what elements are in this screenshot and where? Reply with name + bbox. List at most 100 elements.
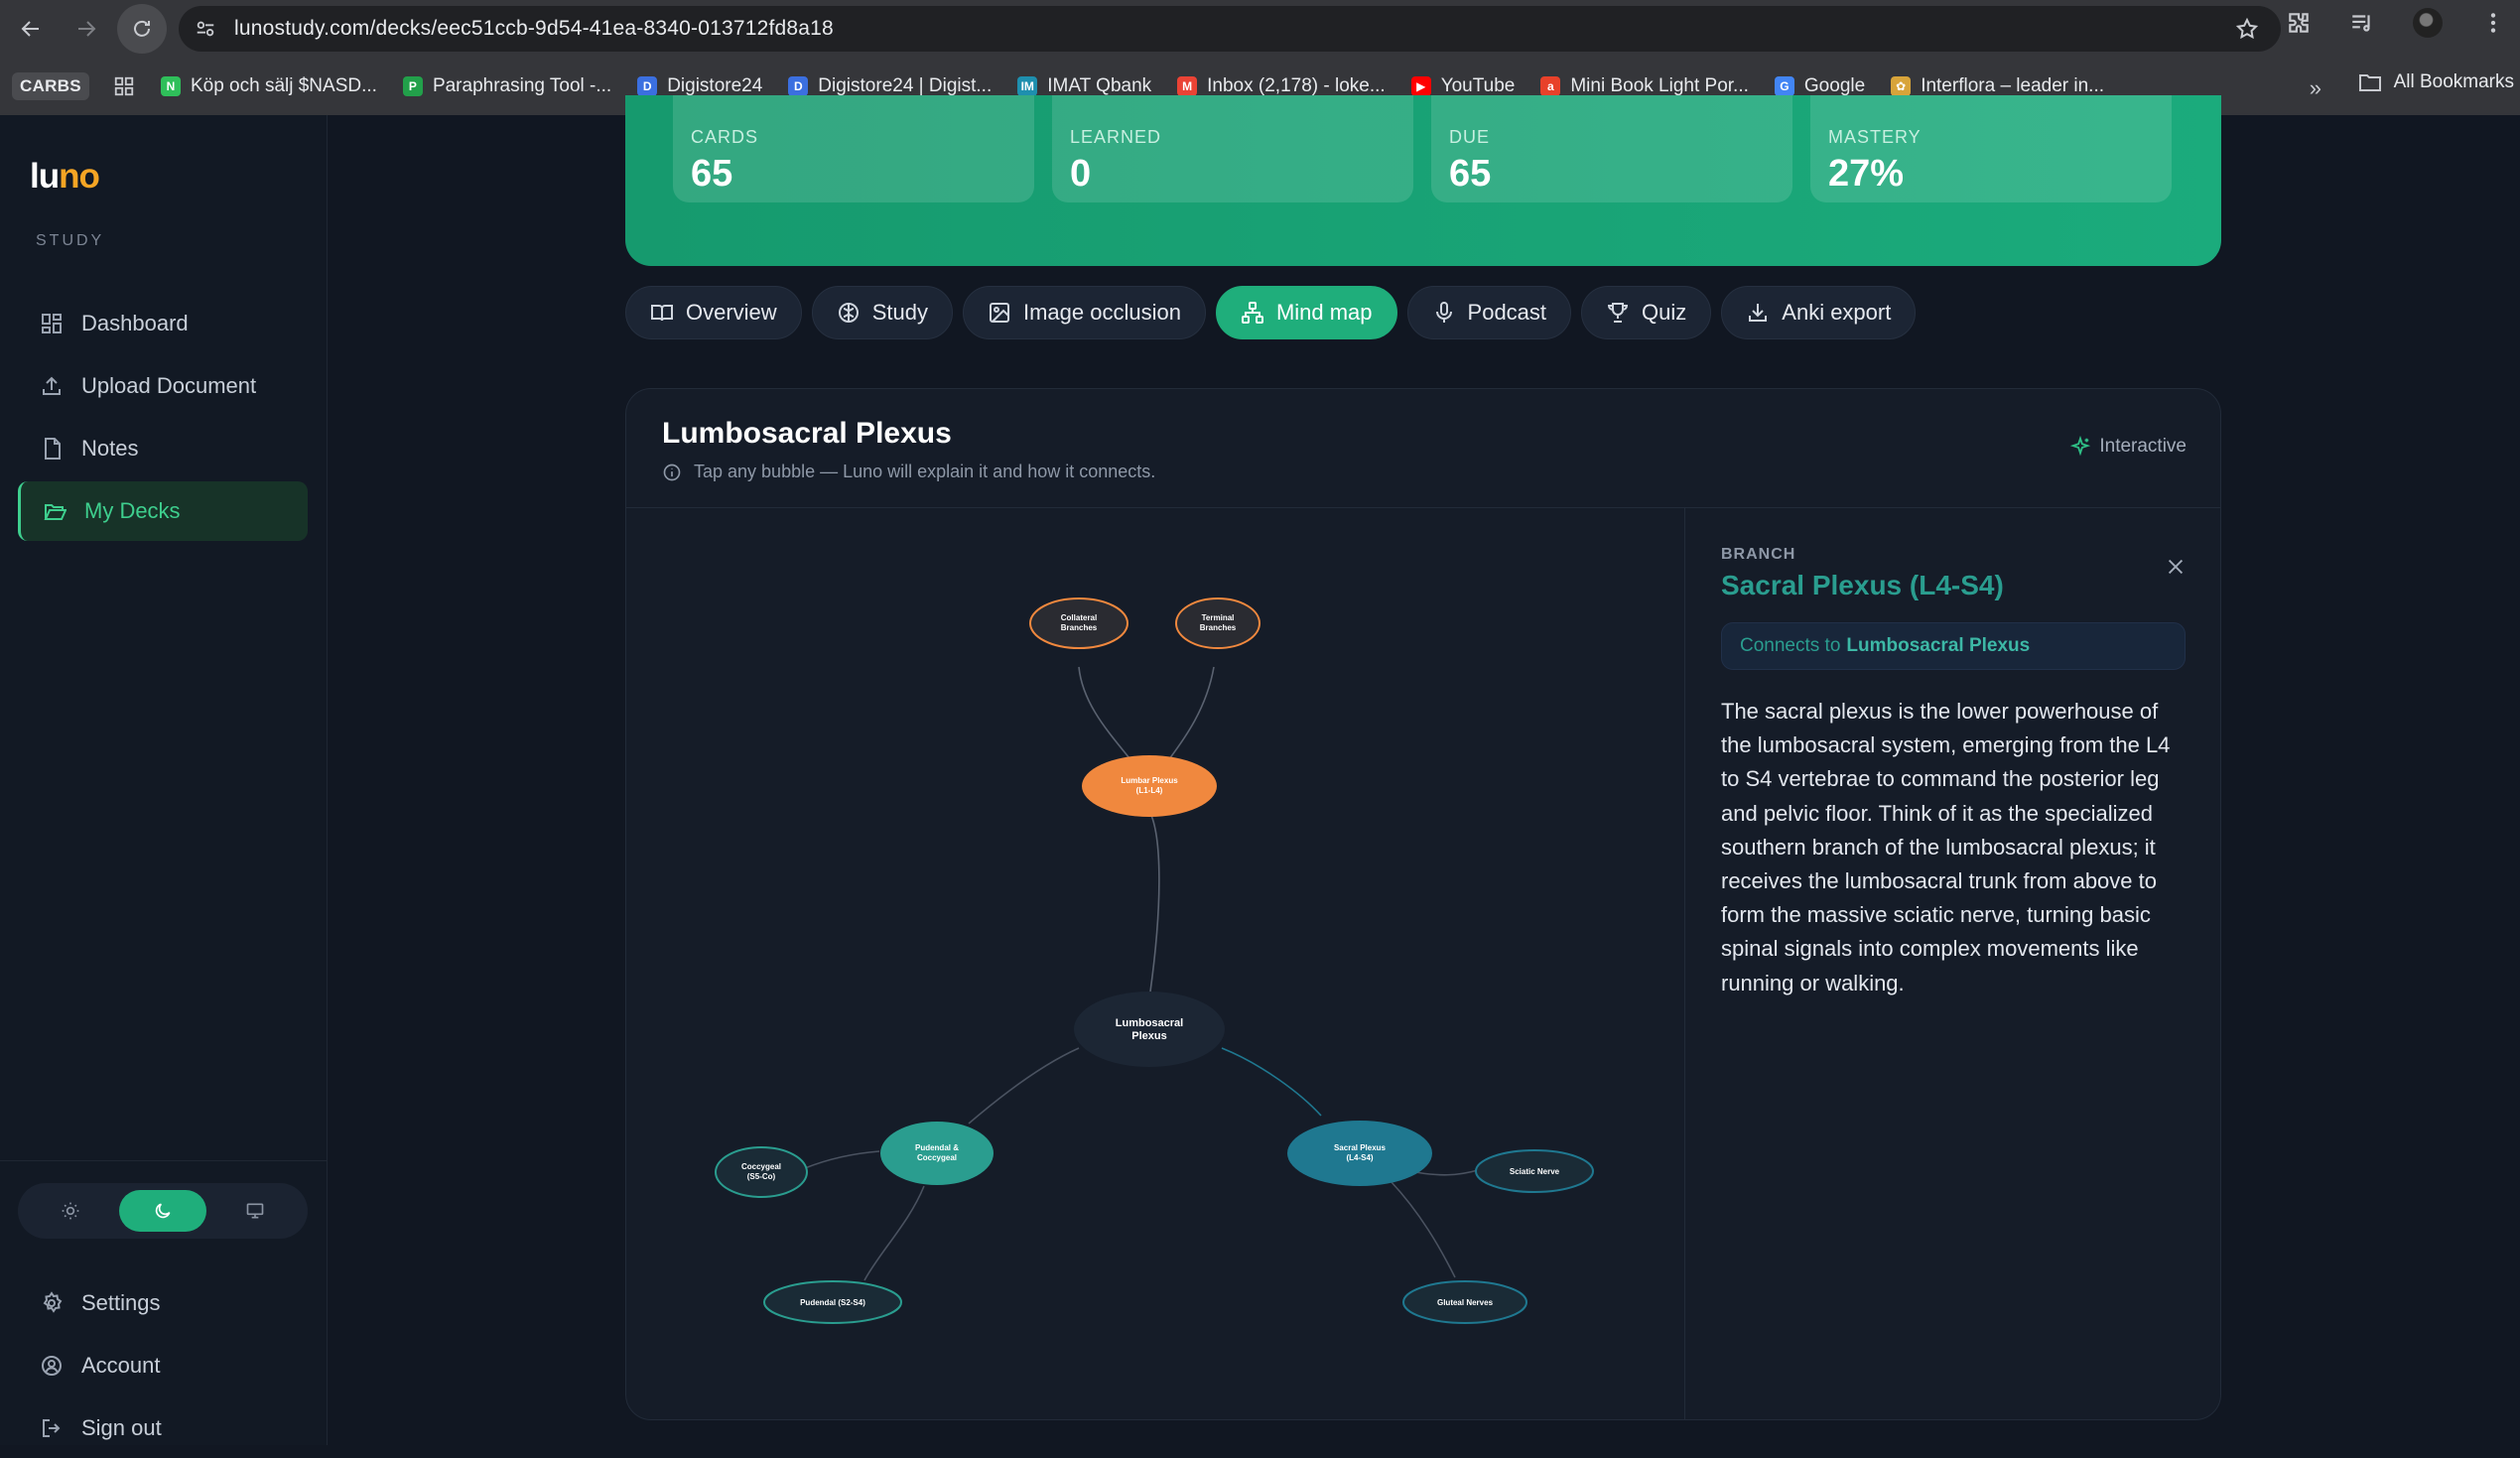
bookmark-label: Digistore24 | Digist... — [818, 75, 993, 96]
tab-quiz[interactable]: Quiz — [1581, 286, 1712, 339]
tab-image-occlusion[interactable]: Image occlusion — [962, 286, 1206, 339]
card-header: Lumbosacral Plexus Tap any bubble — Luno… — [626, 389, 2220, 508]
close-icon[interactable] — [2165, 556, 2187, 578]
node-gluteal-nerves[interactable]: Gluteal Nerves — [1402, 1280, 1527, 1324]
light-theme-button[interactable] — [27, 1190, 114, 1232]
system-theme-button[interactable] — [211, 1190, 299, 1232]
node-lumbosacral-plexus[interactable]: Lumbosacral Plexus — [1074, 992, 1225, 1067]
bookmark-list: N Köp och sälj $NASD... P Paraphrasing Tool… — [135, 75, 2104, 97]
gear-icon — [43, 1291, 63, 1313]
mind-map-subtitle: Tap any bubble — Luno will explain it an… — [662, 462, 1155, 482]
reload-button[interactable] — [117, 4, 167, 54]
tab-mind-map[interactable]: Mind map — [1215, 286, 1397, 339]
node-pudendal-coccygeal[interactable]: Pudendal & Coccygeal — [880, 1122, 994, 1185]
trophy-icon — [1608, 303, 1629, 323]
sidebar-item-dashboard[interactable]: Dashboard — [18, 294, 308, 353]
bookmark-item[interactable]: D Digistore24 | Digist... — [788, 75, 992, 97]
bookmark-item[interactable]: a Mini Book Light Por... — [1540, 75, 1749, 97]
dashboard-icon — [42, 314, 62, 333]
svg-text:Lumbosacral: Lumbosacral — [1116, 1017, 1183, 1029]
brain-icon — [838, 303, 859, 323]
tab-podcast[interactable]: Podcast — [1406, 286, 1572, 339]
chevron-double-right-icon[interactable]: » — [2310, 75, 2321, 101]
node-pudendal[interactable]: Pudendal (S2-S4) — [763, 1280, 902, 1324]
svg-text:Sacral Plexus: Sacral Plexus — [1334, 1143, 1387, 1152]
bookmark-favicon-icon: G — [1774, 76, 1794, 96]
svg-text:Collateral: Collateral — [1061, 613, 1097, 622]
sidebar-item-notes[interactable]: Notes — [18, 419, 308, 478]
bookmark-label: Digistore24 — [667, 75, 763, 96]
edge-root-pudcocc — [968, 1047, 1080, 1125]
svg-text:Sciatic Nerve: Sciatic Nerve — [1510, 1167, 1560, 1176]
sidebar-item-account[interactable]: Account — [18, 1336, 308, 1395]
apps-grid-icon[interactable] — [113, 75, 135, 97]
connects-target[interactable]: Lumbosacral Plexus — [1846, 635, 2030, 657]
mind-map-svg[interactable]: Collateral Branches Terminal Branches Lu… — [626, 508, 1684, 1420]
address-bar[interactable]: lunostudy.com/decks/eec51ccb-9d54-41ea-8… — [179, 6, 2281, 52]
bookmark-item[interactable]: G Google — [1774, 75, 1866, 97]
folder-icon — [2358, 74, 2381, 91]
main-content: CARDS 65 LEARNED 0 DUE 65 MASTERY 27% Ov… — [328, 95, 2520, 1445]
tab-anki-export[interactable]: Anki export — [1721, 286, 1917, 339]
bookmark-item[interactable]: D Digistore24 — [637, 75, 762, 97]
edge-root-lumbar — [1148, 810, 1160, 993]
file-icon — [45, 438, 61, 460]
bookmark-favicon-icon: ✿ — [1891, 76, 1912, 96]
star-icon[interactable] — [2235, 17, 2259, 41]
bookmark-favicon-icon: a — [1540, 76, 1561, 96]
svg-text:Plexus: Plexus — [1131, 1030, 1166, 1042]
tab-study[interactable]: Study — [811, 286, 953, 339]
forward-button[interactable] — [62, 4, 111, 54]
node-coccygeal[interactable]: Coccygeal (S5-Co) — [715, 1146, 808, 1198]
back-button[interactable] — [6, 4, 56, 54]
logo[interactable]: luno — [30, 157, 100, 197]
all-bookmarks[interactable]: All Bookmarks — [2358, 71, 2514, 93]
sidebar-item-settings[interactable]: Settings — [18, 1273, 308, 1333]
node-lumbar-plexus[interactable]: Lumbar Plexus (L1-L4) — [1082, 755, 1217, 817]
sidebar-item-sign-out[interactable]: Sign out — [18, 1398, 308, 1458]
app: luno STUDY Dashboard Upload Document Not… — [0, 95, 2520, 1445]
download-icon — [1749, 304, 1768, 322]
bookmark-item[interactable]: M Inbox (2,178) - loke... — [1177, 75, 1386, 97]
tab-overview[interactable]: Overview — [625, 286, 802, 339]
arrow-right-icon — [78, 21, 96, 37]
node-sacral-plexus[interactable]: Sacral Plexus (L4-S4) — [1287, 1121, 1432, 1186]
stat-cards: CARDS 65 — [673, 95, 1034, 202]
node-terminal-branches[interactable]: Terminal Branches — [1175, 597, 1260, 649]
sign-out-label: Sign out — [81, 1415, 162, 1440]
profile-avatar[interactable] — [2413, 8, 2443, 38]
browser-actions — [2286, 8, 2520, 38]
connects-to-chip[interactable]: Connects to Lumbosacral Plexus — [1721, 622, 2186, 670]
mind-map-canvas[interactable]: Collateral Branches Terminal Branches Lu… — [626, 508, 1684, 1420]
detail-kicker: BRANCH — [1721, 546, 1796, 563]
bookmark-item[interactable]: IM IMAT Qbank — [1017, 75, 1151, 97]
node-sciatic-nerve[interactable]: Sciatic Nerve — [1475, 1149, 1594, 1193]
bookmark-label: Google — [1803, 75, 1866, 96]
media-icon[interactable] — [2349, 10, 2375, 36]
bookmark-item[interactable]: ✿ Interflora – leader in... — [1891, 75, 2104, 97]
edge-pudcocc-coccygeal — [804, 1150, 880, 1169]
menu-icon[interactable] — [2480, 10, 2506, 36]
url-text[interactable]: lunostudy.com/decks/eec51ccb-9d54-41ea-8… — [234, 17, 834, 41]
bookmark-badge[interactable]: CARBS — [12, 72, 89, 100]
bookmark-item[interactable]: ▶ YouTube — [1410, 75, 1515, 97]
bookmark-label: Inbox (2,178) - loke... — [1207, 75, 1386, 96]
bookmark-item[interactable]: N Köp och sälj $NASD... — [160, 75, 377, 97]
svg-text:Branches: Branches — [1061, 623, 1098, 632]
sidebar-item-upload[interactable]: Upload Document — [18, 356, 308, 416]
node-collateral-branches[interactable]: Collateral Branches — [1029, 597, 1128, 649]
extensions-icon[interactable] — [2286, 10, 2312, 36]
svg-text:Branches: Branches — [1200, 623, 1237, 632]
user-circle-icon — [42, 1356, 62, 1376]
svg-text:Terminal: Terminal — [1202, 613, 1235, 622]
folder-open-icon — [44, 504, 66, 520]
browser-toolbar: lunostudy.com/decks/eec51ccb-9d54-41ea-8… — [0, 0, 2520, 58]
site-settings-icon[interactable] — [195, 18, 216, 40]
bookmark-favicon-icon: D — [637, 76, 658, 96]
sun-icon — [62, 1202, 78, 1220]
stat-mastery: MASTERY 27% — [1810, 95, 2172, 202]
bookmark-item[interactable]: P Paraphrasing Tool -... — [402, 75, 611, 97]
sidebar-item-my-decks[interactable]: My Decks — [18, 481, 308, 541]
dark-theme-button[interactable] — [118, 1190, 206, 1232]
mind-map-title: Lumbosacral Plexus — [662, 417, 952, 450]
